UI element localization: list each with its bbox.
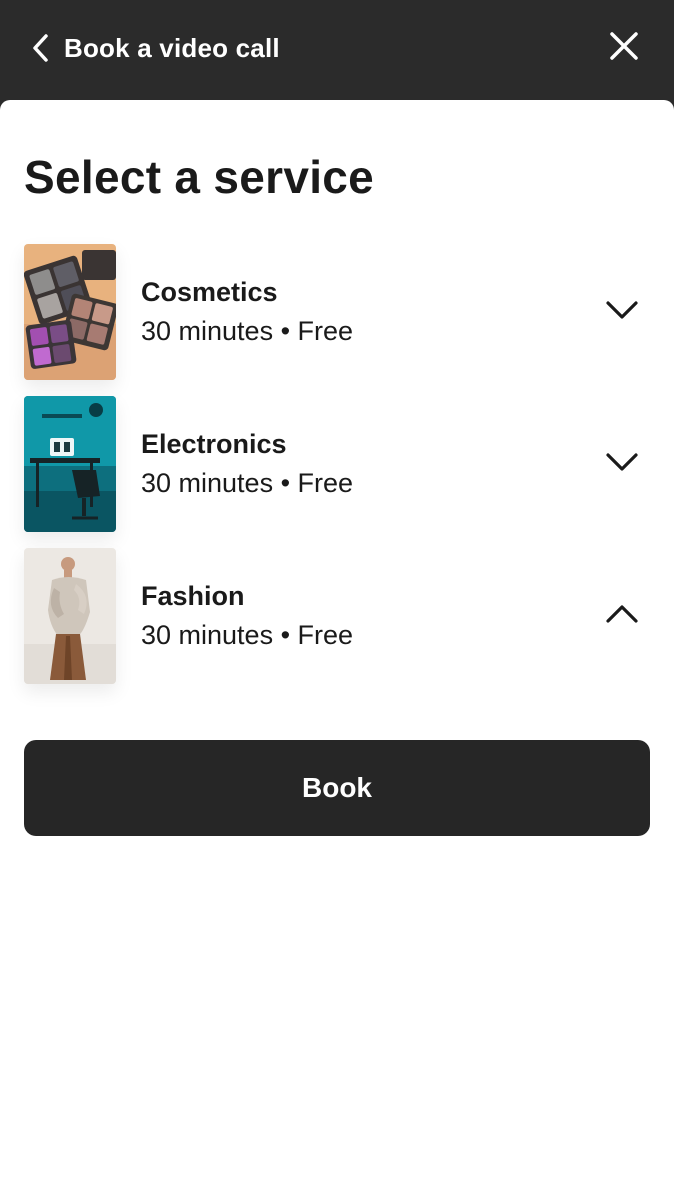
chevron-up-icon — [605, 603, 639, 630]
chevron-down-icon — [605, 299, 639, 326]
book-button[interactable]: Book — [24, 740, 650, 836]
top-bar: Book a video call — [0, 0, 674, 100]
electronics-thumbnail — [24, 396, 116, 532]
service-list: Cosmetics 30 minutes • Free Electronics … — [0, 244, 674, 700]
expand-toggle[interactable] — [604, 296, 640, 328]
close-button[interactable] — [604, 28, 644, 68]
fashion-thumbnail — [24, 548, 116, 684]
expand-toggle[interactable] — [604, 448, 640, 480]
service-name: Fashion — [141, 581, 245, 611]
collapse-toggle[interactable] — [604, 600, 640, 632]
service-details: 30 minutes • Free — [141, 316, 354, 346]
service-details: 30 minutes • Free — [141, 468, 354, 498]
cosmetics-thumbnail — [24, 244, 116, 380]
service-item-fashion[interactable]: Fashion 30 minutes • Free — [0, 548, 674, 700]
service-name: Electronics — [141, 429, 287, 459]
service-item-cosmetics[interactable]: Cosmetics 30 minutes • Free — [0, 244, 674, 396]
service-details: 30 minutes • Free — [141, 620, 354, 650]
page-title: Select a service — [24, 151, 375, 203]
close-icon — [608, 30, 640, 67]
header-title: Book a video call — [64, 32, 280, 63]
back-button[interactable]: Book a video call — [30, 26, 280, 70]
service-sheet: Select a service Cosmetics 30 minutes • … — [0, 100, 674, 1194]
chevron-down-icon — [605, 451, 639, 478]
chevron-left-icon — [30, 33, 50, 63]
service-name: Cosmetics — [141, 277, 278, 307]
service-item-electronics[interactable]: Electronics 30 minutes • Free — [0, 396, 674, 548]
